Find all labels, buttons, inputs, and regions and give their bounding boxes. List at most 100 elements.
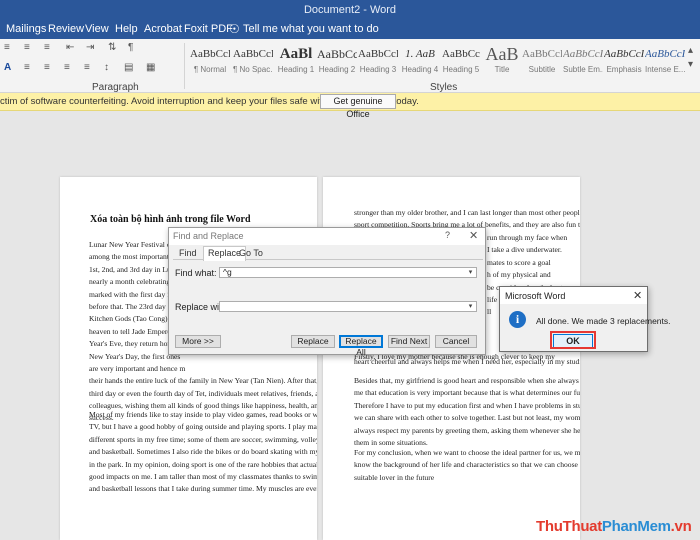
style-normal[interactable]: AaBbCcI ¶ Normal: [190, 43, 230, 81]
text-line: h of my physical and: [487, 270, 551, 280]
style-sample: AaBbCcI: [233, 48, 273, 60]
dialog-tabs: Find Replace Go To: [173, 246, 483, 261]
more-button[interactable]: More >>: [175, 335, 221, 348]
replace-button[interactable]: Replace: [291, 335, 335, 348]
close-icon[interactable]: ✕: [469, 229, 478, 242]
ok-highlight-frame: [550, 331, 596, 349]
style-no-spacing[interactable]: AaBbCcI ¶ No Spac...: [233, 43, 273, 81]
style-sample: AaBbCcI: [604, 48, 644, 60]
style-name: ¶ No Spac...: [233, 65, 273, 74]
style-heading-2[interactable]: AaBbCc Heading 2: [317, 43, 357, 81]
text-line: and basketball. Sometimes I also ride th…: [89, 447, 317, 457]
text-line: stronger than my older brother, and I ca…: [354, 208, 580, 217]
chevron-down-icon[interactable]: ▾: [466, 302, 475, 311]
text-line: me that education is very important beca…: [354, 388, 580, 398]
message-box-titlebar[interactable]: Microsoft Word ✕: [500, 287, 647, 304]
shading-icon[interactable]: ▤: [124, 62, 133, 73]
style-sample: AaBbCc: [317, 47, 357, 61]
style-sample: AaBbCc: [442, 48, 480, 60]
replace-with-input[interactable]: ▾: [219, 301, 477, 312]
multilevel-list-icon[interactable]: ≡: [44, 42, 50, 53]
show-formatting-icon[interactable]: ¶: [128, 42, 133, 53]
align-left-icon[interactable]: ≡: [24, 62, 30, 73]
message-box-text: All done. We made 3 replacements.: [536, 316, 671, 326]
tell-me-search[interactable]: Tell me what you want to do: [243, 23, 379, 35]
sort-icon[interactable]: ⇅: [108, 42, 116, 53]
watermark-part: ThuThuat: [536, 518, 602, 535]
paragraph: Besides that, my girlfriend is good hear…: [354, 375, 580, 400]
style-sample: AaBbCcI: [522, 48, 562, 60]
style-subtitle[interactable]: AaBbCcI Subtitle: [522, 43, 562, 81]
tab-foxit-pdf[interactable]: Foxit PDF: [184, 23, 233, 35]
style-name: Subtitle: [528, 65, 556, 74]
styles-scroll-up-icon[interactable]: ▴: [688, 45, 693, 56]
style-name: Heading 3: [359, 65, 397, 74]
style-heading-5[interactable]: AaBbCc Heading 5: [441, 43, 481, 81]
find-what-input[interactable]: ^g ▾: [219, 267, 477, 278]
document-heading: Xóa toàn bộ hình ảnh trong file Word: [90, 214, 251, 225]
window-title: Document2 - Word: [303, 4, 397, 16]
find-next-button[interactable]: Find Next: [388, 335, 430, 348]
ribbon: ≡ ≡ ≡ ⇤ ⇥ ⇅ ¶ A ≡ ≡ ≡ ≡ ↕ ▤ ▦ Paragraph …: [0, 39, 700, 93]
borders-icon[interactable]: ▦: [146, 62, 155, 73]
style-name: Title: [494, 65, 510, 74]
style-name: Heading 4: [401, 65, 439, 74]
cancel-button[interactable]: Cancel: [435, 335, 477, 348]
text-line: For my conclusion, when we want to choos…: [354, 448, 580, 457]
tab-goto[interactable]: Go To: [239, 248, 263, 258]
bullets-icon[interactable]: ≡: [4, 42, 10, 53]
style-name: Subtle Em...: [563, 65, 603, 74]
tab-view[interactable]: View: [85, 23, 109, 35]
watermark-part: .vn: [670, 518, 692, 535]
align-center-icon[interactable]: ≡: [44, 62, 50, 73]
text-line: suitable lover in the future: [354, 472, 435, 482]
chevron-down-icon[interactable]: ▾: [466, 268, 475, 277]
dialog-titlebar[interactable]: Find and Replace ? ✕: [169, 228, 485, 245]
text-line: mates to score a goal: [487, 257, 551, 267]
style-sample: AaBl: [279, 46, 313, 62]
text-line: I take a dive underwater.: [487, 245, 562, 255]
style-name: Heading 5: [442, 65, 480, 74]
tab-help[interactable]: Help: [115, 23, 138, 35]
find-what-value: ^g: [223, 267, 232, 277]
help-button[interactable]: ?: [445, 230, 450, 240]
style-heading-4[interactable]: 1. AaB Heading 4: [400, 43, 440, 81]
tab-acrobat[interactable]: Acrobat: [144, 23, 182, 35]
tab-find[interactable]: Find: [179, 248, 197, 258]
paragraph: Most of my friends like to stay inside t…: [89, 409, 317, 496]
line-spacing-icon[interactable]: ↕: [104, 62, 109, 73]
paragraph-group-label: Paragraph: [92, 82, 139, 93]
text-line: Therefore I have to put my education fir…: [354, 401, 580, 410]
style-name: Heading 1: [277, 65, 315, 74]
replace-all-button[interactable]: Replace All: [339, 335, 383, 357]
text-line: Besides that, my girlfriend is good hear…: [354, 376, 580, 385]
ribbon-tabs: Mailings Review View Help Acrobat Foxit …: [0, 20, 700, 39]
align-right-icon[interactable]: ≡: [64, 62, 70, 73]
increase-indent-icon[interactable]: ⇥: [86, 42, 94, 53]
style-sample: 1. AaB: [405, 48, 435, 60]
find-what-label: Find what:: [175, 268, 217, 278]
justify-icon[interactable]: ≡: [84, 62, 90, 73]
close-icon[interactable]: ✕: [633, 289, 642, 302]
decrease-indent-icon[interactable]: ⇤: [66, 42, 74, 53]
message-box-title: Microsoft Word: [505, 291, 566, 301]
style-intense-emphasis[interactable]: AaBbCcI Intense E...: [645, 43, 685, 81]
tab-review[interactable]: Review: [48, 23, 84, 35]
style-subtle-emphasis[interactable]: AaBbCcI Subtle Em...: [563, 43, 603, 81]
text-line: always respect my parents by greeting th…: [354, 425, 580, 435]
get-genuine-office-button[interactable]: Get genuine Office: [320, 94, 396, 119]
find-replace-dialog: Find and Replace ? ✕ Find Replace Go To …: [168, 227, 486, 357]
tab-mailings[interactable]: Mailings: [6, 23, 46, 35]
title-bar: Document2 - Word: [0, 0, 700, 20]
style-sample: AaBbCcI: [358, 48, 398, 60]
style-title[interactable]: AaB Title: [482, 43, 522, 81]
style-name: Emphasis: [606, 65, 642, 74]
text-line: third day or even the fourth day of Tet,…: [89, 388, 317, 398]
style-heading-1[interactable]: AaBl Heading 1: [276, 43, 316, 81]
style-emphasis[interactable]: AaBbCcI Emphasis: [604, 43, 644, 81]
styles-scroll-down-icon[interactable]: ▾: [688, 59, 693, 70]
style-heading-3[interactable]: AaBbCcI Heading 3: [358, 43, 398, 81]
style-sample: AaBbCcI: [563, 48, 603, 60]
numbering-icon[interactable]: ≡: [24, 42, 30, 53]
font-color-icon[interactable]: A: [4, 62, 11, 73]
